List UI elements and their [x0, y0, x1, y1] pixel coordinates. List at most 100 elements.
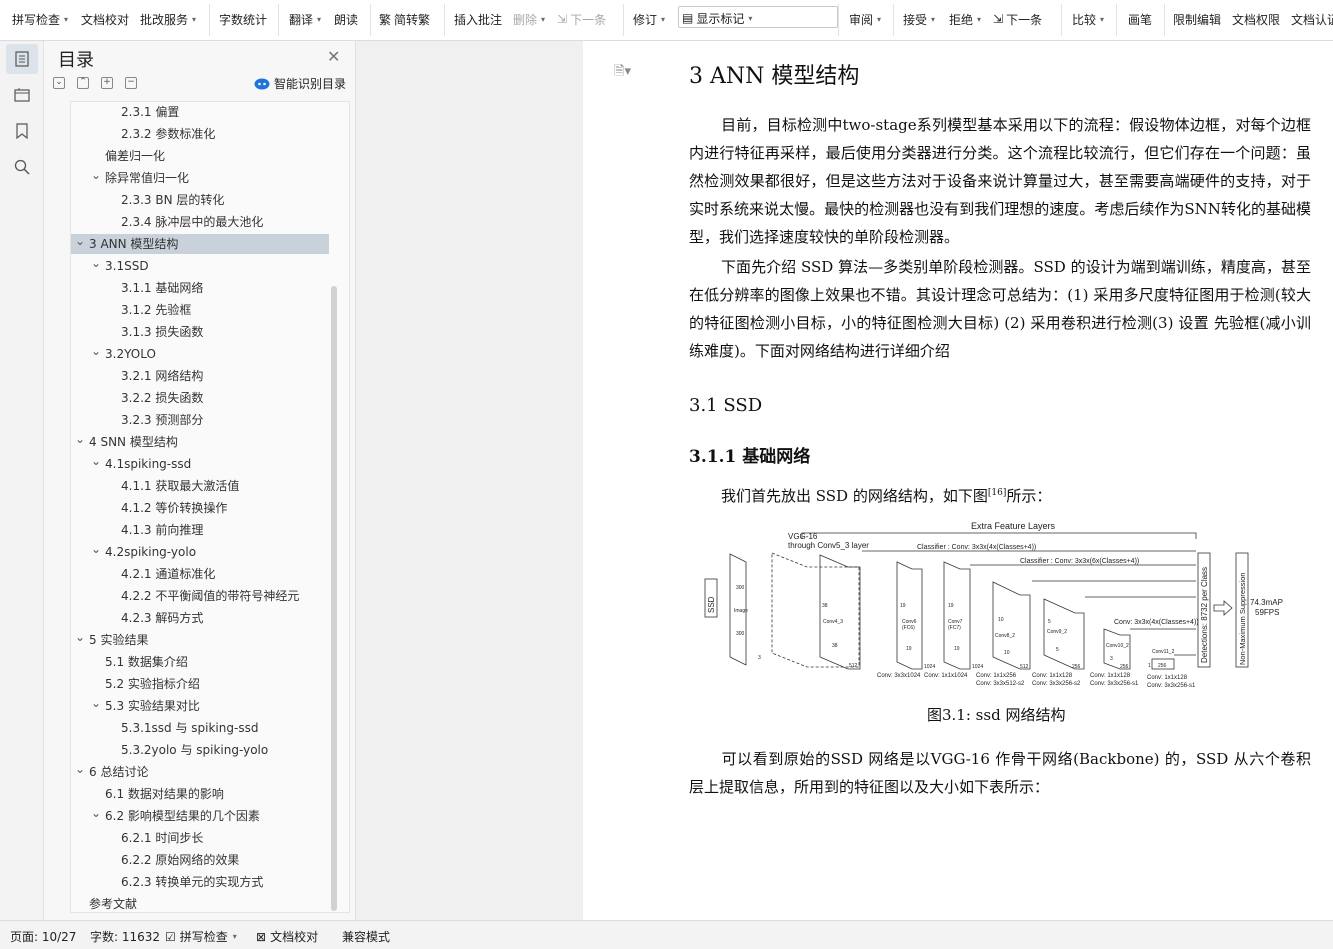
- toc-item[interactable]: 6.1 数据对结果的影响: [71, 784, 341, 804]
- bookmark-button[interactable]: [6, 116, 38, 146]
- toc-item[interactable]: ⌄ 3 ANN 模型结构: [71, 234, 329, 254]
- chevron-down-icon[interactable]: ⌄: [91, 539, 101, 559]
- toc-item[interactable]: 3.1.3 损失函数: [71, 322, 341, 342]
- doc-certify-button[interactable]: 文档认证: [1291, 8, 1333, 30]
- chevron-down-icon: ▾: [192, 14, 197, 24]
- toc-item[interactable]: 2.3.1 偏置: [71, 102, 341, 122]
- toc-item-label: 2.3.2 参数标准化: [121, 127, 216, 141]
- page-indicator[interactable]: 页面: 10/27: [10, 928, 76, 945]
- toc-item-label: 2.3.4 脉冲层中的最大池化: [121, 215, 264, 229]
- reject-button[interactable]: 拒绝 ▾: [949, 8, 981, 30]
- toc-item[interactable]: 5.3.1ssd 与 spiking-ssd: [71, 718, 341, 738]
- chevron-down-icon[interactable]: ⌄: [91, 803, 101, 823]
- pen-button[interactable]: 画笔: [1128, 8, 1152, 30]
- toc-item[interactable]: 参考文献: [71, 894, 341, 912]
- fig-conv-label: Conv: 3x3x256-s1: [1147, 683, 1196, 689]
- toc-item-label: 4.2.3 解码方式: [121, 611, 204, 625]
- translate-button[interactable]: 翻译 ▾: [289, 8, 321, 30]
- toc-item[interactable]: 2.3.2 参数标准化: [71, 124, 341, 144]
- toc-item[interactable]: 5.3.2yolo 与 spiking-yolo: [71, 740, 341, 760]
- compare-button[interactable]: 比较 ▾: [1072, 8, 1104, 30]
- toc-item[interactable]: 偏差归一化: [71, 146, 341, 166]
- chevron-down-icon[interactable]: ⌄: [91, 253, 101, 273]
- toc-item[interactable]: 4.2.1 通道标准化: [71, 564, 341, 584]
- chapter-nav-button[interactable]: [6, 80, 38, 110]
- chevron-down-icon[interactable]: ⌄: [91, 693, 101, 713]
- toc-item[interactable]: ⌄ 4 SNN 模型结构: [71, 432, 341, 452]
- toc-item[interactable]: ⌄ 3.2YOLO: [71, 344, 341, 364]
- search-button[interactable]: [6, 152, 38, 182]
- chevron-down-icon: ▾: [661, 14, 666, 24]
- review-button[interactable]: 审阅 ▾: [849, 8, 881, 30]
- collapse-all-icon[interactable]: ⌄: [53, 77, 65, 89]
- expand-up-icon[interactable]: ⌃: [77, 77, 89, 89]
- word-count-button[interactable]: 字数统计: [219, 8, 267, 30]
- doc-permission-button[interactable]: 文档权限: [1232, 8, 1280, 30]
- status-proofread[interactable]: ⊠ 文档校对: [256, 928, 318, 945]
- toc-item[interactable]: 4.1.1 获取最大激活值: [71, 476, 341, 496]
- toc-item[interactable]: 6.2.1 时间步长: [71, 828, 341, 848]
- accept-button[interactable]: 接受 ▾: [903, 8, 935, 30]
- close-icon[interactable]: ✕: [327, 47, 340, 66]
- toc-item[interactable]: ⌄ 除异常值归一化: [71, 168, 341, 188]
- smart-toc-button[interactable]: 智能识别目录: [254, 75, 346, 92]
- revise-button[interactable]: 修订 ▾: [633, 8, 665, 30]
- chevron-down-icon[interactable]: ⌄: [91, 341, 101, 361]
- toc-item[interactable]: ⌄ 5.3 实验结果对比: [71, 696, 341, 716]
- toc-item[interactable]: 3.1.1 基础网络: [71, 278, 341, 298]
- toc-list: 2.3.1 偏置 2.3.2 参数标准化偏差归一化 ⌄ 除异常值归一化 2.3.3 BN…: [70, 101, 350, 913]
- toc-item[interactable]: 3.2.3 预测部分: [71, 410, 341, 430]
- toc-item[interactable]: ⌄ 5 实验结果: [71, 630, 341, 650]
- read-aloud-button[interactable]: 朗读: [334, 8, 358, 30]
- spellcheck-button[interactable]: 拼写检查 ▾: [12, 8, 68, 30]
- next-comment-button[interactable]: ⇲ 下一条: [557, 8, 606, 30]
- chevron-down-icon[interactable]: ⌄: [75, 759, 85, 779]
- toc-item[interactable]: 3.2.2 损失函数: [71, 388, 341, 408]
- toc-item[interactable]: 5.2 实验指标介绍: [71, 674, 341, 694]
- toc-item[interactable]: ⌄ 6 总结讨论: [71, 762, 341, 782]
- toc-item[interactable]: 4.2.3 解码方式: [71, 608, 341, 628]
- chevron-down-icon[interactable]: ⌄: [91, 451, 101, 471]
- toc-item[interactable]: 4.1.2 等价转换操作: [71, 498, 341, 518]
- toc-item[interactable]: ⌄ 4.2spiking-yolo: [71, 542, 341, 562]
- toc-item[interactable]: ⌄ 4.1spiking-ssd: [71, 454, 341, 474]
- toc-item[interactable]: 6.2.3 转换单元的实现方式: [71, 872, 341, 892]
- chevron-down-icon[interactable]: ⌄: [75, 231, 85, 251]
- restrict-editing-button[interactable]: 限制编辑: [1173, 8, 1221, 30]
- fig-num: 38: [832, 643, 838, 649]
- toc-item[interactable]: 5.1 数据集介绍: [71, 652, 341, 672]
- toolbar-divider: [838, 4, 839, 36]
- simplified-to-traditional-button[interactable]: 繁简转繁: [379, 8, 430, 30]
- toc-item[interactable]: 2.3.4 脉冲层中的最大池化: [71, 212, 341, 232]
- toc-item[interactable]: 4.1.3 前向推理: [71, 520, 341, 540]
- word-count-indicator[interactable]: 字数: 11632: [90, 928, 160, 945]
- status-spellcheck[interactable]: ☑ 拼写检查 ▾: [165, 928, 237, 945]
- citation-ref[interactable]: [16]: [988, 488, 1006, 498]
- correction-service-button[interactable]: 批改服务 ▾: [140, 8, 196, 30]
- toc-item-label: 5 实验结果: [89, 633, 149, 647]
- add-heading-icon[interactable]: +: [101, 77, 113, 89]
- chevron-down-icon[interactable]: ⌄: [91, 165, 101, 185]
- compat-mode-indicator: 兼容模式: [342, 930, 391, 944]
- chevron-down-icon[interactable]: ⌄: [75, 627, 85, 647]
- toc-item[interactable]: 3.1.2 先验框: [71, 300, 341, 320]
- toc-item-label: 参考文献: [89, 897, 138, 911]
- toc-item[interactable]: 4.2.2 不平衡阈值的带符号神经元: [71, 586, 341, 606]
- fig-num: 3: [1110, 656, 1113, 662]
- toc-item[interactable]: ⌄ 6.2 影响模型结果的几个因素: [71, 806, 341, 826]
- document-icon[interactable]: 🗎▾: [614, 62, 631, 84]
- show-markup-button[interactable]: ▤ 显示标记 ▾: [682, 7, 752, 29]
- proofread-button[interactable]: 文档校对: [81, 8, 129, 30]
- insert-comment-button[interactable]: 插入批注: [454, 8, 502, 30]
- toc-item[interactable]: 2.3.3 BN 层的转化: [71, 190, 341, 210]
- fig-vgg-label: VGG-16: [788, 532, 818, 541]
- toc-item[interactable]: 3.2.1 网络结构: [71, 366, 341, 386]
- toc-panel-button[interactable]: [6, 44, 38, 74]
- toc-item[interactable]: ⌄ 3.1SSD: [71, 256, 341, 276]
- next-change-button[interactable]: ⇲ 下一条: [993, 8, 1042, 30]
- remove-heading-icon[interactable]: −: [125, 77, 137, 89]
- toc-item[interactable]: 6.2.2 原始网络的效果: [71, 850, 341, 870]
- delete-comment-button[interactable]: 删除 ▾: [513, 8, 545, 30]
- toc-scrollbar[interactable]: [331, 286, 337, 911]
- chevron-down-icon[interactable]: ⌄: [75, 429, 85, 449]
